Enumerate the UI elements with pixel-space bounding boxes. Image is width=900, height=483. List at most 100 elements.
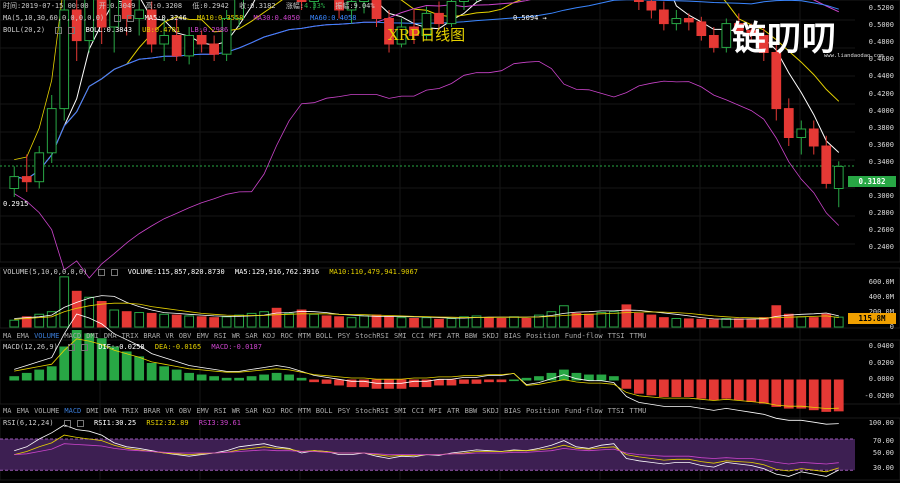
close-icon[interactable] <box>68 26 76 34</box>
indicator-tab-bbw[interactable]: BBW <box>465 407 478 415</box>
axis-tick-label: 0.2800 <box>868 209 894 218</box>
volume-bar <box>634 312 644 328</box>
indicator-tab-ma[interactable]: MA <box>3 332 11 340</box>
macd-bar <box>146 363 157 381</box>
indicator-tab-wr[interactable]: WR <box>232 407 240 415</box>
indicator-tab-volume[interactable]: VOLUME <box>34 332 59 340</box>
indicator-tab-ttsi[interactable]: TTSI <box>608 407 625 415</box>
indicator-tab-dmi[interactable]: DMI <box>86 332 99 340</box>
settings-icon[interactable] <box>114 14 122 22</box>
volume-bar <box>658 317 669 328</box>
candle-body <box>196 35 207 45</box>
indicator-tab-smi[interactable]: SMI <box>394 407 407 415</box>
axis-tick-label: 0.3600 <box>868 140 894 149</box>
ma30-value: MA30:0.4050 <box>253 14 300 22</box>
settings-icon[interactable] <box>63 419 71 427</box>
open-value: 开:0.3049 <box>98 2 136 10</box>
indicator-tab-cci[interactable]: CCI <box>412 407 425 415</box>
indicator-tab-mtm[interactable]: MTM <box>298 332 311 340</box>
indicator-tab-ma[interactable]: MA <box>3 407 11 415</box>
indicator-tab-skdj[interactable]: SKDJ <box>482 407 499 415</box>
indicator-tab-atr[interactable]: ATR <box>447 332 460 340</box>
indicator-tab-sar[interactable]: SAR <box>245 407 258 415</box>
candle-body <box>459 0 469 2</box>
indicator-tab-obv[interactable]: OBV <box>179 332 192 340</box>
axis-tick-label: 0.0400 <box>868 342 894 350</box>
indicator-tab-ema[interactable]: EMA <box>16 407 29 415</box>
indicator-tab-boll[interactable]: BOLL <box>316 407 333 415</box>
indicator-tab-obv[interactable]: OBV <box>179 407 192 415</box>
indicator-tab-brar[interactable]: BRAR <box>143 407 160 415</box>
indicator-tab-emv[interactable]: EMV <box>196 332 209 340</box>
candle-body <box>446 1 457 25</box>
indicator-tab-roc[interactable]: ROC <box>280 332 293 340</box>
indicator-tab-dmi[interactable]: DMI <box>86 407 99 415</box>
settings-icon[interactable] <box>55 26 63 34</box>
macd-bar <box>46 366 57 381</box>
indicator-tab-dma[interactable]: DMA <box>104 407 117 415</box>
close-icon[interactable] <box>110 268 118 276</box>
indicator-tab-fund-flow[interactable]: Fund-flow <box>565 332 603 340</box>
indicator-tab-boll[interactable]: BOLL <box>316 332 333 340</box>
axis-tick-label: 0.3400 <box>868 157 894 166</box>
indicator-tab-stochrsi[interactable]: StochRSI <box>355 332 389 340</box>
indicator-tab-rsi[interactable]: RSI <box>214 332 227 340</box>
indicator-tab-ttmu[interactable]: TTMU <box>630 332 647 340</box>
macd-bar <box>683 379 694 397</box>
indicator-tab-smi[interactable]: SMI <box>394 332 407 340</box>
indicator-tab-bias[interactable]: BIAS <box>504 332 521 340</box>
volume-bar <box>121 311 132 328</box>
indicator-tab-macd[interactable]: MACD <box>64 332 81 340</box>
indicator-tab-wr[interactable]: WR <box>232 332 240 340</box>
amplitude-value: 振幅:9.04% <box>335 2 375 10</box>
settings-icon[interactable] <box>68 343 76 351</box>
indicator-tab-trix[interactable]: TRIX <box>122 332 139 340</box>
volume-bar <box>484 317 494 328</box>
indicator-tab-trix[interactable]: TRIX <box>122 407 139 415</box>
indicator-tab-macd[interactable]: MACD <box>64 407 81 415</box>
indicator-tab-ttmu[interactable]: TTMU <box>630 407 647 415</box>
indicator-tab-brar[interactable]: BRAR <box>143 332 160 340</box>
indicator-tab-dma[interactable]: DMA <box>104 332 117 340</box>
indicator-tab-fund-flow[interactable]: Fund-flow <box>565 407 603 415</box>
indicator-tab-psy[interactable]: PSY <box>338 332 351 340</box>
indicator-tab-bbw[interactable]: BBW <box>465 332 478 340</box>
macd-bar <box>496 379 507 383</box>
indicator-tab-roc[interactable]: ROC <box>280 407 293 415</box>
indicator-tab-rsi[interactable]: RSI <box>214 407 227 415</box>
volume-value: VOLUME:115,857,820.8730 <box>127 268 225 276</box>
indicator-tab-vr[interactable]: VR <box>165 332 173 340</box>
indicator-tab-vr[interactable]: VR <box>165 407 173 415</box>
macd-bar <box>721 379 732 399</box>
indicator-tab-volume[interactable]: VOLUME <box>34 407 59 415</box>
indicator-tab-position[interactable]: Position <box>526 332 560 340</box>
close-icon[interactable] <box>81 343 89 351</box>
indicator-tab-ttsi[interactable]: TTSI <box>608 332 625 340</box>
indicator-tab-sar[interactable]: SAR <box>245 332 258 340</box>
close-icon[interactable] <box>127 14 135 22</box>
close-icon[interactable] <box>76 419 84 427</box>
indicator-tab-stochrsi[interactable]: StochRSI <box>355 407 389 415</box>
indicator-tab-mfi[interactable]: MFI <box>429 332 442 340</box>
indicator-tab-skdj[interactable]: SKDJ <box>482 332 499 340</box>
indicator-tab-bias[interactable]: BIAS <box>504 407 521 415</box>
indicator-tab-psy[interactable]: PSY <box>338 407 351 415</box>
axis-tick-label: 400.0M <box>868 293 894 301</box>
axis-tick-label: 100.00 <box>868 419 894 427</box>
macd-bar <box>584 374 594 381</box>
macd-bar <box>521 377 532 381</box>
indicator-tab-cci[interactable]: CCI <box>412 332 425 340</box>
indicator-tab-emv[interactable]: EMV <box>196 407 209 415</box>
settings-icon[interactable] <box>97 268 105 276</box>
indicator-tab-position[interactable]: Position <box>526 407 560 415</box>
indicator-tab-mfi[interactable]: MFI <box>429 407 442 415</box>
indicator-tab-ema[interactable]: EMA <box>16 332 29 340</box>
indicator-tab-kdj[interactable]: KDJ <box>263 407 276 415</box>
macd-bar <box>171 369 182 381</box>
indicator-tab-atr[interactable]: ATR <box>447 407 460 415</box>
axis-tick-label: 0 <box>889 323 894 331</box>
macd-bar <box>309 379 319 383</box>
indicator-tab-kdj[interactable]: KDJ <box>263 332 276 340</box>
indicator-tab-mtm[interactable]: MTM <box>298 407 311 415</box>
volume-bar <box>359 315 369 328</box>
